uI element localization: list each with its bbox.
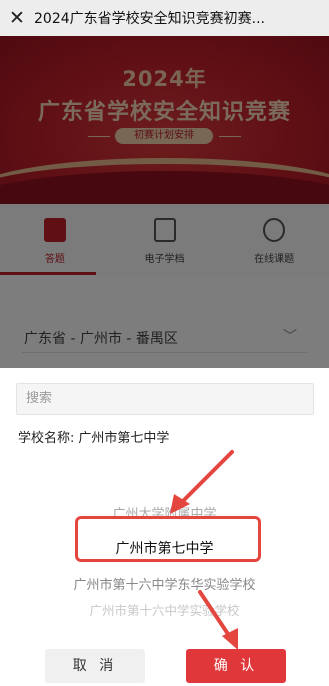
picker-option[interactable]: 广州市第十六中学东华实验学校 — [0, 574, 329, 593]
close-icon[interactable]: ✕ — [0, 0, 34, 36]
title-bar: ✕ 2024广东省学校安全知识竞赛初赛... — [0, 0, 329, 36]
school-name-label: 学校名称: — [18, 431, 75, 446]
school-name-value: 广州市第七中学 — [78, 431, 170, 446]
search-input[interactable]: 搜索 — [16, 383, 314, 415]
window-title: 2024广东省学校安全知识竞赛初赛... — [34, 11, 265, 27]
school-name-row: 学校名称: 广州市第七中学 — [18, 427, 169, 446]
confirm-button[interactable]: 确 认 — [186, 649, 286, 683]
selection-highlight-box — [75, 516, 261, 562]
cancel-button[interactable]: 取 消 — [45, 649, 145, 683]
modal-overlay[interactable] — [0, 36, 329, 368]
picker-option[interactable]: 广州市第十六中学实验学校 — [0, 600, 329, 619]
